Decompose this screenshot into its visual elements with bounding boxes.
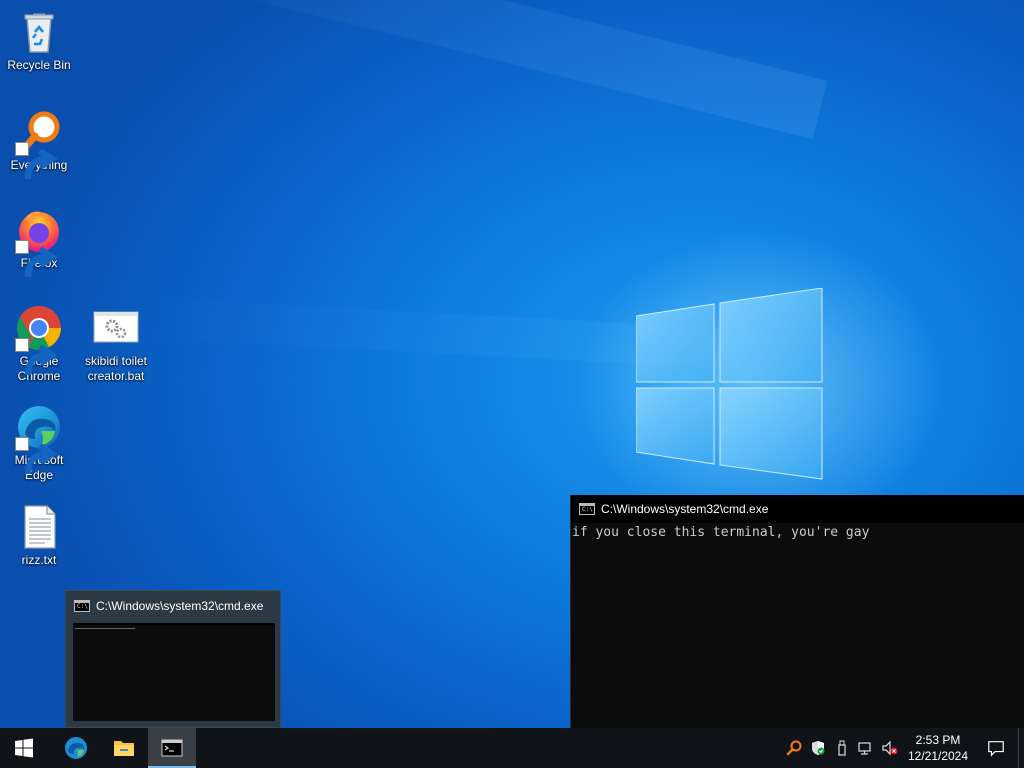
shortcut-arrow-icon — [15, 437, 58, 475]
taskbar: 2:53 PM 12/21/2024 — [0, 728, 1024, 768]
text-file-icon — [15, 503, 63, 551]
cmd-icon: C:\ — [74, 600, 90, 612]
show-desktop-button[interactable] — [1018, 728, 1024, 768]
shortcut-arrow-icon — [15, 240, 58, 278]
start-button[interactable] — [0, 728, 48, 768]
windows-security-icon — [812, 741, 825, 755]
firefox-icon — [15, 206, 63, 278]
file-explorer-icon — [114, 741, 134, 756]
preview-thumbnail[interactable] — [73, 623, 275, 721]
preview-titlebar[interactable]: C:\ C:\Windows\system32\cmd.exe — [66, 591, 280, 621]
cmd-titlebar[interactable]: C:\ C:\Windows\system32\cmd.exe — [571, 495, 1024, 523]
edge-taskbar-icon — [65, 737, 87, 759]
desktop-icon-recycle-bin[interactable]: Recycle Bin — [1, 8, 77, 73]
preview-title-text: C:\Windows\system32\cmd.exe — [96, 599, 264, 613]
volume-muted-icon — [882, 740, 898, 756]
tray-volume-button[interactable] — [878, 728, 902, 768]
tray-security-button[interactable] — [806, 728, 830, 768]
cmd-taskbar-icon — [161, 739, 183, 757]
desktop-icon-microsoft-edge[interactable]: Microsoft Edge — [1, 403, 77, 483]
recycle-bin-icon — [15, 8, 63, 56]
network-icon — [858, 742, 871, 755]
everything-tray-icon — [786, 740, 802, 756]
windows-logo-wallpaper — [635, 287, 824, 480]
desktop-icon-skibidi-bat[interactable]: skibidi toilet creator.bat — [78, 304, 154, 384]
windows-start-icon — [15, 738, 33, 758]
cmd-window-title: C:\Windows\system32\cmd.exe — [601, 502, 769, 516]
edge-icon — [15, 403, 63, 475]
clock-date: 12/21/2024 — [907, 749, 969, 763]
tray-network-button[interactable] — [854, 728, 878, 768]
desktop-icon-everything[interactable]: Everything — [1, 108, 77, 180]
system-tray: 2:53 PM 12/21/2024 — [782, 728, 1024, 768]
chrome-icon — [15, 304, 63, 376]
cmd-console-output[interactable]: if you close this terminal, you're gay — [571, 523, 1024, 541]
tray-everything-button[interactable] — [782, 728, 806, 768]
cmd-icon: C:\ — [579, 503, 595, 515]
light-beam — [17, 0, 828, 140]
desktop-icon-firefox[interactable]: Firefox — [1, 206, 77, 278]
recycle-bin-label: Recycle Bin — [7, 58, 71, 72]
cmd-window[interactable]: C:\ C:\Windows\system32\cmd.exe if you c… — [570, 495, 1024, 728]
action-center-button[interactable] — [974, 728, 1018, 768]
taskbar-cmd-button[interactable] — [148, 728, 196, 768]
shortcut-arrow-icon — [15, 338, 58, 376]
shortcut-arrow-icon — [15, 142, 58, 180]
clock-time: 2:53 PM — [915, 733, 961, 747]
rizz-txt-label: rizz.txt — [21, 553, 57, 567]
tray-usb-button[interactable] — [830, 728, 854, 768]
batch-file-icon — [92, 304, 140, 352]
notification-icon — [988, 741, 1004, 757]
skibidi-bat-label: skibidi toilet creator.bat — [84, 354, 148, 383]
taskbar-thumbnail-preview[interactable]: C:\ C:\Windows\system32\cmd.exe — [65, 590, 281, 728]
thumbnail-text-line — [75, 628, 135, 629]
everything-search-icon — [15, 108, 63, 180]
taskbar-clock[interactable]: 2:53 PM 12/21/2024 — [902, 732, 974, 764]
desktop-background[interactable]: Recycle Bin Everything Firefox Google Ch… — [0, 0, 1024, 728]
taskbar-edge-button[interactable] — [52, 728, 100, 768]
usb-eject-icon — [838, 740, 846, 756]
desktop-icon-rizz-txt[interactable]: rizz.txt — [1, 503, 77, 568]
desktop-icon-google-chrome[interactable]: Google Chrome — [1, 304, 77, 384]
taskbar-file-explorer-button[interactable] — [100, 728, 148, 768]
